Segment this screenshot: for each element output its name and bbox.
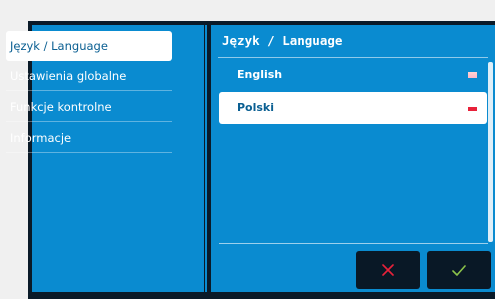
sidebar-item-information[interactable]: Informacje <box>6 123 172 153</box>
sidebar-item-label: Funkcje kontrolne <box>10 100 112 114</box>
language-option-polski[interactable]: Polski <box>219 92 487 124</box>
poland-flag-icon <box>468 107 477 111</box>
page-title: Język / Language <box>222 33 343 48</box>
sidebar-item-global-settings[interactable]: Ustawienia globalne <box>6 61 172 91</box>
language-label: Polski <box>237 101 275 114</box>
uk-flag-icon <box>468 72 477 78</box>
close-icon <box>382 264 394 276</box>
language-label: English <box>237 68 283 81</box>
cancel-button[interactable] <box>356 251 420 289</box>
sidebar-item-label: Język / Language <box>10 39 108 53</box>
footer-divider <box>219 243 488 244</box>
panel-divider <box>205 25 207 292</box>
sidebar-item-language[interactable]: Język / Language <box>6 31 172 61</box>
title-divider <box>218 57 488 58</box>
sidebar-item-control-functions[interactable]: Funkcje kontrolne <box>6 92 172 122</box>
sidebar-item-label: Ustawienia globalne <box>10 69 127 83</box>
check-icon <box>452 264 466 276</box>
language-option-english[interactable]: English <box>219 59 487 91</box>
confirm-button[interactable] <box>427 251 491 289</box>
scrollbar[interactable] <box>488 62 493 242</box>
sidebar-item-label: Informacje <box>10 131 72 145</box>
